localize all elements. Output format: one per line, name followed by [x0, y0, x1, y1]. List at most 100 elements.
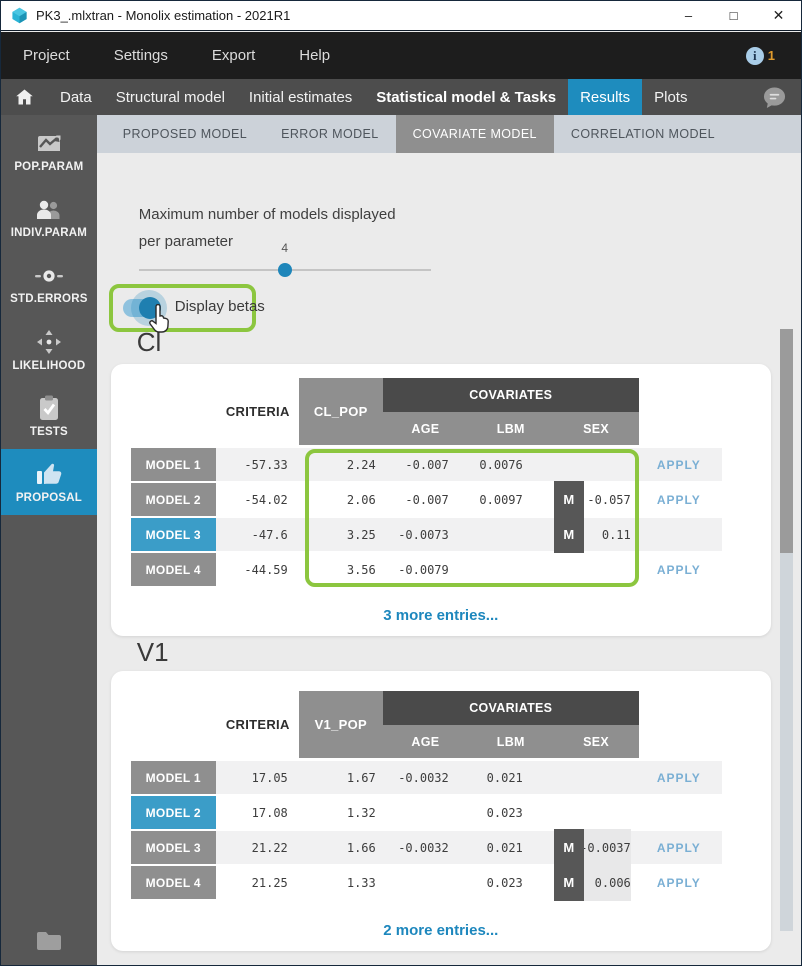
sidebar-item-pop-param[interactable]: POP.PARAM	[1, 119, 97, 185]
tab-results[interactable]: Results	[568, 79, 642, 115]
column-header-criteria: CRITERIA	[216, 378, 300, 445]
interval-dot-icon	[34, 264, 64, 288]
model-label[interactable]: MODEL 3	[131, 831, 216, 864]
model-label[interactable]: MODEL 4	[131, 866, 216, 899]
apply-link[interactable]: APPLY	[638, 761, 720, 794]
display-betas-label: Display betas	[175, 298, 265, 315]
model-label[interactable]: MODEL 3	[131, 518, 216, 551]
subtab-error-model[interactable]: ERROR MODEL	[264, 115, 395, 153]
pop-value: 1.67	[299, 761, 376, 794]
criteria-value: -47.6	[206, 518, 288, 551]
menu-export[interactable]: Export	[212, 47, 255, 64]
criteria-value: -44.59	[206, 553, 288, 586]
content-area: PROPOSED MODEL ERROR MODEL COVARIATE MOD…	[97, 115, 801, 966]
pop-value: 1.33	[299, 866, 376, 899]
apply-link[interactable]: APPLY	[638, 553, 720, 586]
lbm-beta: 0.021	[467, 761, 523, 794]
tab-data[interactable]: Data	[48, 79, 104, 115]
more-entries-link[interactable]: 3 more entries...	[111, 607, 771, 624]
menu-project[interactable]: Project	[23, 47, 70, 64]
sidebar-item-std-errors[interactable]: STD.ERRORS	[1, 251, 97, 317]
tab-statistical-model-tasks[interactable]: Statistical model & Tasks	[364, 79, 568, 115]
subtab-correlation-model[interactable]: CORRELATION MODEL	[554, 115, 732, 153]
column-header-v1-pop: V1_POP	[299, 691, 383, 758]
subtab-proposed-model[interactable]: PROPOSED MODEL	[106, 115, 264, 153]
sex-category-badge: M	[554, 864, 584, 901]
sidebar-item-label: INDIV.PARAM	[11, 227, 87, 239]
pop-value: 1.66	[299, 831, 376, 864]
model-label[interactable]: MODEL 4	[131, 553, 216, 586]
window-title: PK3_.mlxtran - Monolix estimation - 2021…	[36, 8, 290, 23]
section-title-v1: V1	[137, 637, 169, 668]
info-icon[interactable]: i	[746, 47, 764, 65]
sex-category-badge: M	[554, 829, 584, 866]
results-scrollbar[interactable]	[780, 329, 793, 931]
criteria-value: 21.25	[206, 866, 288, 899]
model-label[interactable]: MODEL 1	[131, 448, 216, 481]
model-label[interactable]: MODEL 2	[131, 483, 216, 516]
slider-handle[interactable]	[278, 263, 292, 277]
clipboard-check-icon	[37, 395, 61, 421]
minimize-button[interactable]: –	[666, 1, 711, 30]
table-row-model-4: MODEL 4 21.25 1.33 0.023 M 0.006 APPLY	[111, 866, 771, 899]
navbar: Data Structural model Initial estimates …	[1, 79, 801, 115]
sidebar: POP.PARAM INDIV.PARAM STD.ERRORS	[1, 115, 97, 966]
close-button[interactable]: ✕	[756, 1, 801, 30]
apply-link[interactable]: APPLY	[638, 448, 720, 481]
pop-value: 1.32	[299, 796, 376, 829]
sidebar-item-label: PROPOSAL	[16, 492, 82, 504]
column-header-sex: SEX	[553, 725, 638, 758]
tab-plots[interactable]: Plots	[642, 79, 699, 115]
population-chart-icon	[35, 132, 63, 156]
apply-link[interactable]: APPLY	[638, 831, 720, 864]
home-icon	[15, 88, 34, 106]
sidebar-item-label: TESTS	[30, 426, 68, 438]
sex-beta: -0.0037	[584, 829, 631, 866]
column-header-lbm: LBM	[468, 412, 553, 445]
column-header-cl-pop: CL_POP	[299, 378, 383, 445]
table-row-model-2-selected: MODEL 2 17.08 1.32 0.023	[111, 796, 771, 829]
sidebar-item-indiv-param[interactable]: INDIV.PARAM	[1, 185, 97, 251]
notifications[interactable]: i 1	[746, 47, 775, 65]
subtab-covariate-model[interactable]: COVARIATE MODEL	[396, 115, 554, 153]
column-header-lbm: LBM	[468, 725, 553, 758]
sidebar-item-label: LIKELIHOOD	[12, 360, 85, 372]
column-header-age: AGE	[383, 725, 468, 758]
project-folder-button[interactable]	[1, 915, 97, 966]
model-label[interactable]: MODEL 1	[131, 761, 216, 794]
home-button[interactable]	[15, 79, 34, 115]
slider-value: 4	[275, 241, 295, 255]
display-betas-highlight: Display betas	[109, 284, 256, 332]
menubar: Project Settings Export Help i 1	[1, 32, 801, 79]
menu-help[interactable]: Help	[299, 47, 330, 64]
folder-icon	[34, 929, 64, 953]
lbm-beta: 0.023	[467, 796, 523, 829]
criteria-value: -57.33	[206, 448, 288, 481]
tab-initial-estimates[interactable]: Initial estimates	[237, 79, 364, 115]
criteria-value: 21.22	[206, 831, 288, 864]
model-label[interactable]: MODEL 2	[131, 796, 216, 829]
apply-link[interactable]: APPLY	[638, 483, 720, 516]
lbm-beta: 0.023	[467, 866, 523, 899]
chat-bubble-icon	[762, 86, 787, 109]
cl-betas-highlight	[305, 449, 639, 587]
hand-cursor-icon	[147, 304, 173, 334]
sidebar-item-label: STD.ERRORS	[10, 293, 87, 305]
sidebar-item-label: POP.PARAM	[14, 161, 83, 173]
sidebar-item-likelihood[interactable]: LIKELIHOOD	[1, 317, 97, 383]
feedback-button[interactable]	[762, 79, 787, 115]
tab-structural-model[interactable]: Structural model	[104, 79, 237, 115]
sidebar-item-proposal[interactable]: PROPOSAL	[1, 449, 97, 515]
people-icon	[34, 198, 64, 222]
more-entries-link[interactable]: 2 more entries...	[111, 922, 771, 939]
apply-link[interactable]: APPLY	[638, 866, 720, 899]
criteria-value: 17.05	[206, 761, 288, 794]
scrollbar-thumb[interactable]	[780, 329, 793, 553]
sidebar-item-tests[interactable]: TESTS	[1, 383, 97, 449]
column-header-sex: SEX	[553, 412, 638, 445]
menu-settings[interactable]: Settings	[114, 47, 168, 64]
column-header-age: AGE	[383, 412, 468, 445]
sex-beta: 0.006	[584, 864, 631, 901]
maximize-button[interactable]: □	[711, 1, 756, 30]
v1-model-card: CRITERIA V1_POP COVARIATES AGE LBM SEX M…	[111, 671, 771, 951]
